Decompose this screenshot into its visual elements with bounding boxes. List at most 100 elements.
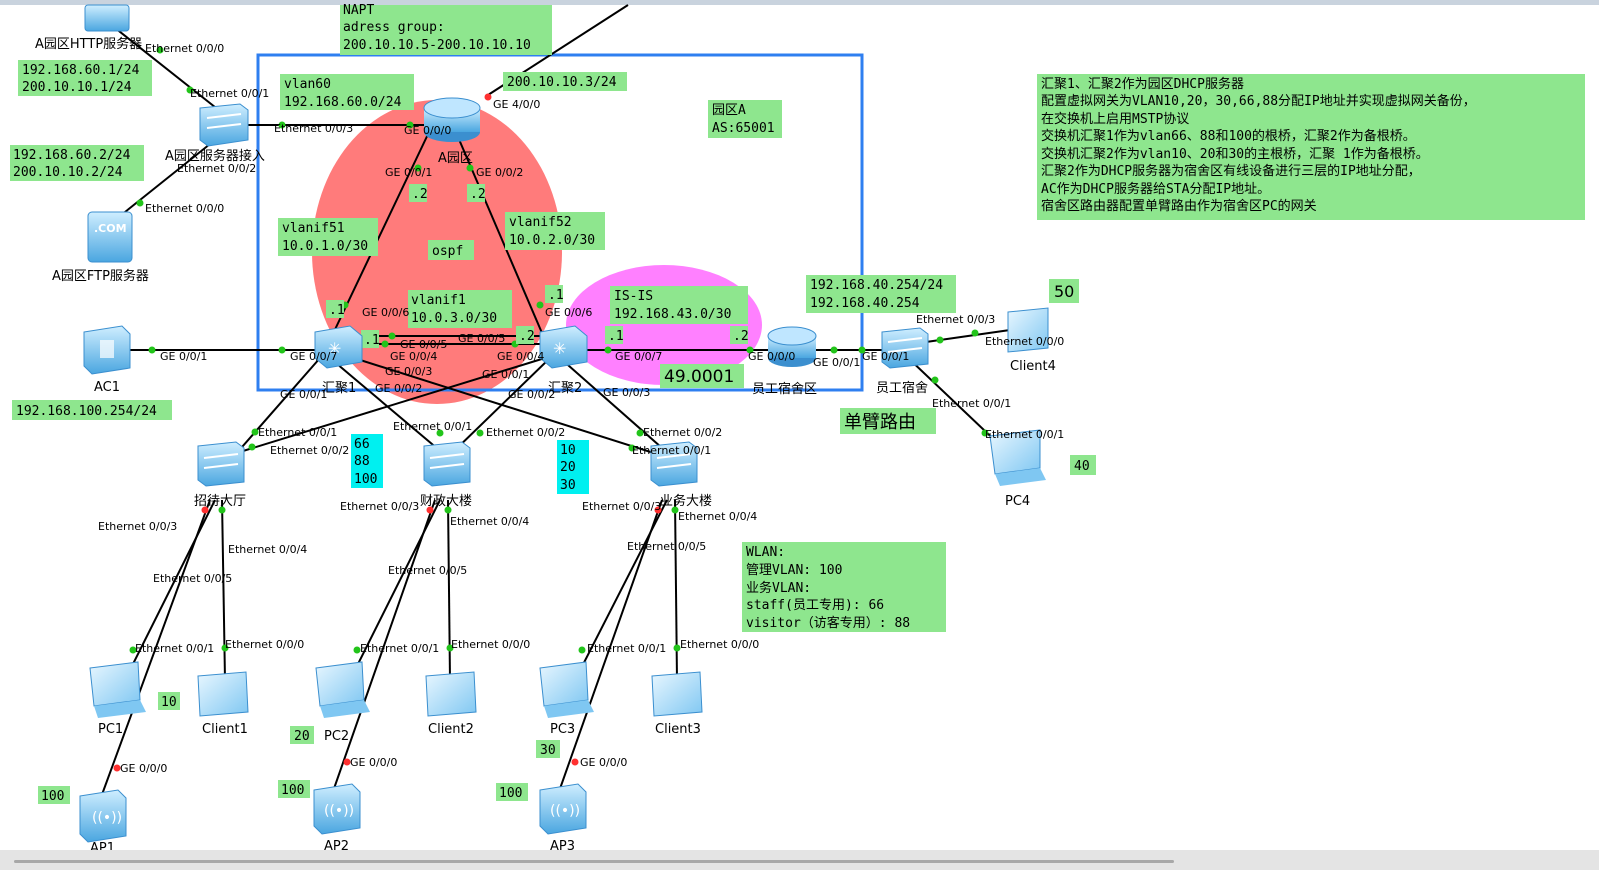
http-ip-label: 192.168.60.1/24 200.10.10.1/24 (18, 60, 152, 96)
svg-text:PC1: PC1 (98, 722, 123, 737)
svg-text:A园区: A园区 (438, 151, 473, 166)
svg-text:GE 0/0/4: GE 0/0/4 (390, 350, 437, 363)
vlan60-label: vlan60 192.168.60.0/24 (280, 74, 414, 110)
vlanif1-label: vlanif1 10.0.3.0/30 (408, 290, 512, 328)
svg-text:.2: .2 (470, 187, 486, 202)
svg-text:Ethernet 0/0/5: Ethernet 0/0/5 (627, 540, 706, 553)
reception-switch[interactable]: 招待大厅 (194, 441, 246, 509)
svg-text:Ethernet 0/0/1: Ethernet 0/0/1 (258, 426, 337, 439)
svg-text:A园区FTP服务器: A园区FTP服务器 (52, 268, 149, 284)
svg-text:40: 40 (1074, 459, 1090, 474)
svg-text:Ethernet 0/0/1: Ethernet 0/0/1 (190, 87, 269, 100)
svg-text:88: 88 (354, 454, 370, 469)
svg-text:GE 0/0/0: GE 0/0/0 (120, 762, 167, 775)
vlan-group-a: 66 88 100 (351, 434, 383, 488)
svg-text:192.168.40.254: 192.168.40.254 (810, 296, 920, 311)
svg-text:10.0.2.0/30: 10.0.2.0/30 (509, 233, 595, 248)
svg-text:Ethernet 0/0/2: Ethernet 0/0/2 (270, 444, 349, 457)
svg-text:.2: .2 (412, 187, 428, 202)
dorm-ip-label: 192.168.40.254/24 192.168.40.254 (806, 275, 956, 313)
svg-text:200.10.10.3/24: 200.10.10.3/24 (507, 75, 617, 90)
ap2[interactable]: ((•)) AP2 (313, 783, 361, 850)
client3[interactable]: Client3 (651, 671, 703, 737)
svg-text:汇聚1、汇聚2作为园区DHCP服务器: 汇聚1、汇聚2作为园区DHCP服务器 (1041, 76, 1244, 92)
ap3[interactable]: ((•)) AP3 (539, 783, 587, 850)
svg-text:Ethernet 0/0/1: Ethernet 0/0/1 (135, 642, 214, 655)
svg-text:Ethernet 0/0/5: Ethernet 0/0/5 (153, 572, 232, 585)
pc4[interactable]: PC4 (989, 429, 1046, 509)
svg-text:Ethernet 0/0/2: Ethernet 0/0/2 (486, 426, 565, 439)
svg-text:GE 0/0/3: GE 0/0/3 (603, 386, 650, 399)
pc2-vlan-tag: 20 (290, 726, 314, 744)
svg-text:GE 0/0/1: GE 0/0/1 (813, 356, 860, 369)
svg-text:招待大厅: 招待大厅 (194, 494, 246, 509)
svg-text:10: 10 (560, 443, 576, 458)
svg-text:100: 100 (281, 783, 304, 798)
finance-switch[interactable]: 财政大楼 (420, 441, 472, 509)
svg-text:vlanif1: vlanif1 (411, 293, 466, 308)
svg-text:PC3: PC3 (550, 722, 575, 737)
svg-text:管理VLAN: 100: 管理VLAN: 100 (746, 563, 842, 578)
svg-text:192.168.100.254/24: 192.168.100.254/24 (16, 404, 157, 419)
http-server[interactable]: A园区HTTP服务器 (35, 4, 142, 52)
svg-text:100: 100 (41, 789, 64, 804)
vlan-group-b: 10 20 30 (557, 440, 589, 494)
svg-text:.1: .1 (548, 288, 564, 303)
svg-text:.1: .1 (608, 329, 624, 344)
napt-label: NAPT adress group: 200.10.10.5-200.10.10… (340, 3, 552, 55)
svg-text:园区A: 园区A (712, 103, 746, 118)
scrollbar-thumb[interactable] (14, 860, 1174, 863)
svg-text:Ethernet 0/0/1: Ethernet 0/0/1 (932, 397, 1011, 410)
svg-text:Ethernet 0/0/3: Ethernet 0/0/3 (916, 313, 995, 326)
svg-text:GE 0/0/4: GE 0/0/4 (497, 350, 544, 363)
svg-text:vlan60: vlan60 (284, 77, 331, 92)
svg-text:visitor（访客专用）: 88: visitor（访客专用）: 88 (746, 615, 910, 631)
svg-text:AP3: AP3 (550, 839, 575, 850)
svg-text:IS-IS: IS-IS (614, 289, 653, 304)
vlanif51-label: vlanif51 10.0.1.0/30 (278, 218, 378, 256)
isis-label: IS-IS 192.168.43.0/30 (610, 286, 748, 324)
svg-text:Ethernet 0/0/0: Ethernet 0/0/0 (680, 638, 759, 651)
ac1[interactable]: AC1 (83, 325, 131, 395)
svg-text:PC2: PC2 (324, 729, 349, 744)
svg-text:Ethernet 0/0/1: Ethernet 0/0/1 (360, 642, 439, 655)
pc1[interactable]: PC1 (89, 661, 146, 737)
svg-text:✳: ✳ (553, 339, 566, 358)
topology-canvas[interactable]: NAPT adress group: 200.10.10.5-200.10.10… (0, 0, 1599, 850)
pc2[interactable]: PC2 (315, 661, 370, 744)
svg-text:业务大楼: 业务大楼 (660, 493, 712, 509)
svg-text:配置虚拟网关为VLAN10,20，30,66,88分配IP地: 配置虚拟网关为VLAN10,20，30,66,88分配IP地址并实现虚拟网关备份… (1041, 93, 1476, 109)
svg-text:100: 100 (354, 472, 377, 487)
svg-text:Client2: Client2 (428, 722, 474, 737)
svg-text:GE 4/0/0: GE 4/0/0 (493, 98, 540, 111)
svg-text:Ethernet 0/0/0: Ethernet 0/0/0 (225, 638, 304, 651)
svg-text:.2: .2 (519, 329, 535, 344)
core-switch-2[interactable]: ✳ 汇聚2 (539, 325, 588, 396)
server-access-switch[interactable]: A园区服务器接入 (165, 103, 265, 164)
ap3-vlan-tag: 100 (496, 783, 528, 801)
svg-text:192.168.43.0/30: 192.168.43.0/30 (614, 307, 731, 322)
svg-text:GE 0/0/1: GE 0/0/1 (280, 388, 327, 401)
svg-text:192.168.60.2/24: 192.168.60.2/24 (13, 148, 131, 163)
svg-text:Ethernet 0/0/3: Ethernet 0/0/3 (340, 500, 419, 513)
svg-text:Ethernet 0/0/1: Ethernet 0/0/1 (632, 444, 711, 457)
ap2-vlan-tag: 100 (278, 780, 310, 798)
svg-text:GE 0/0/5: GE 0/0/5 (458, 332, 505, 345)
svg-text:AS:65001: AS:65001 (712, 121, 775, 136)
client1[interactable]: Client1 (197, 671, 249, 737)
campus-label: 园区A AS:65001 (708, 100, 782, 138)
client2[interactable]: Client2 (425, 671, 477, 737)
svg-text:Ethernet 0/0/4: Ethernet 0/0/4 (678, 510, 757, 523)
svg-text:Ethernet 0/0/4: Ethernet 0/0/4 (450, 515, 529, 528)
info-box: 汇聚1、汇聚2作为园区DHCP服务器 配置虚拟网关为VLAN10,20，30,6… (1037, 74, 1585, 220)
svg-text:50: 50 (1054, 282, 1074, 301)
svg-text:30: 30 (540, 743, 556, 758)
pc3[interactable]: PC3 (539, 661, 594, 737)
svg-text:10.0.1.0/30: 10.0.1.0/30 (282, 239, 368, 254)
svg-text:30: 30 (560, 478, 576, 493)
svg-text:GE 0/0/2: GE 0/0/2 (476, 166, 523, 179)
svg-text:Ethernet 0/0/3: Ethernet 0/0/3 (274, 122, 353, 135)
ftp-server[interactable]: .COM A园区FTP服务器 (52, 211, 149, 284)
ap1[interactable]: ((•)) AP1 (79, 789, 127, 850)
svg-text:20: 20 (560, 460, 576, 475)
